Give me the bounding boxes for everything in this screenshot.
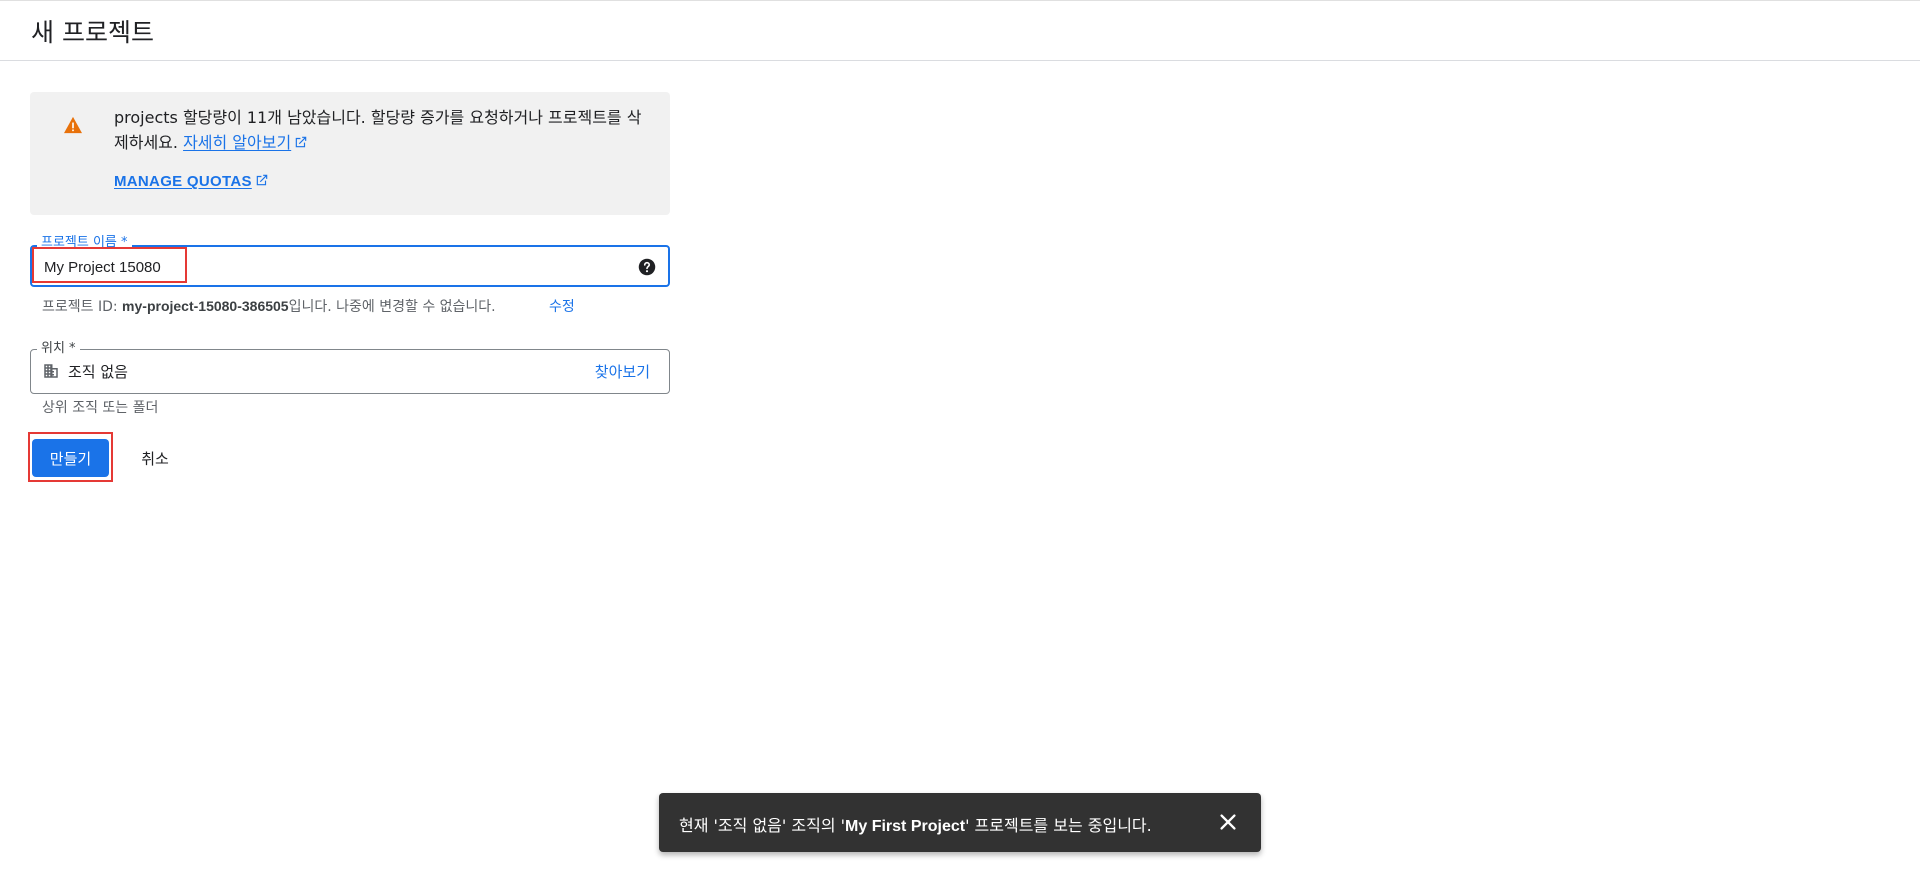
browse-button[interactable]: 찾아보기 (595, 361, 650, 382)
external-link-icon (295, 136, 307, 148)
location-label: 위치 * (37, 341, 80, 357)
manage-quotas-link[interactable]: MANAGE QUOTAS (114, 173, 269, 190)
edit-project-id-link[interactable]: 수정 (549, 296, 575, 316)
help-icon[interactable] (638, 258, 656, 276)
building-icon (44, 364, 58, 378)
quota-notice: projects 할당량이 11개 남았습니다. 할당량 증가를 요청하거나 프… (30, 92, 670, 215)
project-name-input[interactable] (44, 256, 604, 278)
snackbar: 현재 '조직 없음' 조직의 'My First Project' 프로젝트를 … (659, 793, 1261, 852)
project-name-field[interactable] (30, 245, 670, 287)
close-icon[interactable] (1217, 811, 1239, 833)
project-name-label: 프로젝트 이름 * (37, 235, 132, 251)
quota-message: projects 할당량이 11개 남았습니다. 할당량 증가를 요청하거나 프… (114, 105, 654, 155)
external-link-icon (256, 174, 268, 186)
location-helper-text: 상위 조직 또는 폴더 (42, 400, 159, 416)
learn-more-link[interactable]: 자세히 알아보기 (183, 133, 308, 152)
snackbar-message: 현재 '조직 없음' 조직의 'My First Project' 프로젝트를 … (679, 816, 1152, 835)
cancel-button[interactable]: 취소 (126, 439, 184, 477)
page-header: 새 프로젝트 (0, 1, 1920, 61)
page-title: 새 프로젝트 (31, 18, 154, 47)
project-id-info: 프로젝트 ID: my-project-15080-386505입니다. 나중에… (42, 298, 496, 315)
location-field[interactable]: 조직 없음 찾아보기 (30, 349, 670, 394)
location-value: 조직 없음 (68, 363, 128, 381)
create-button[interactable]: 만들기 (32, 439, 109, 477)
warning-icon (64, 116, 82, 134)
project-id-value: my-project-15080-386505 (122, 298, 289, 314)
